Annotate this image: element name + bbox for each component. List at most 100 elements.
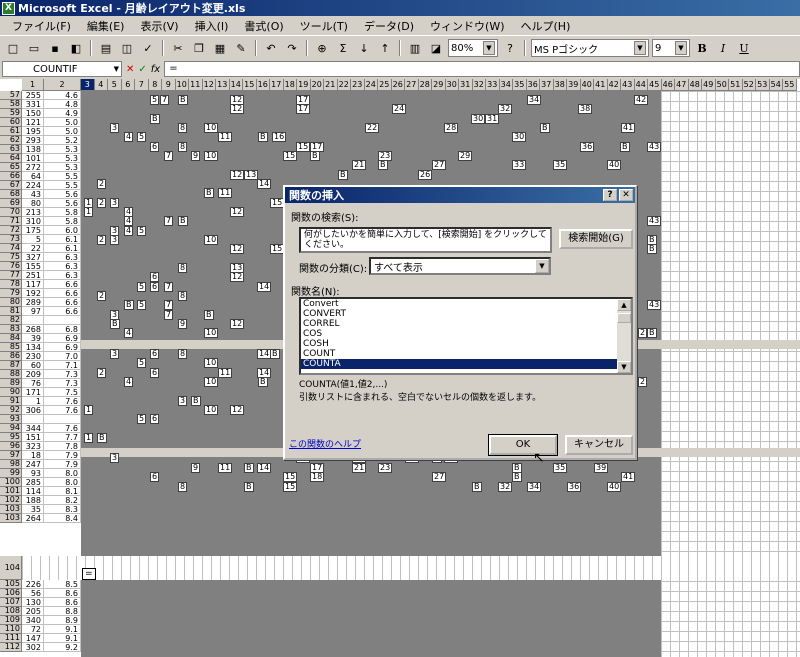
cell-value[interactable]: 272 xyxy=(22,163,44,172)
cell-label[interactable]: 23 xyxy=(378,463,393,473)
cell-value[interactable]: 138 xyxy=(22,145,44,154)
formula-input[interactable]: = xyxy=(164,61,800,77)
cell-value[interactable]: 8.6 xyxy=(44,589,81,598)
cell-value[interactable]: 56 xyxy=(22,589,44,598)
cell-label[interactable]: 3 xyxy=(110,235,120,245)
column-header[interactable]: 52 xyxy=(742,79,756,91)
cell-value[interactable]: 5.8 xyxy=(44,217,81,226)
cell-label[interactable]: 12 xyxy=(230,244,245,254)
active-cell[interactable]: = xyxy=(82,568,96,580)
cell-label[interactable]: 14 xyxy=(257,179,272,189)
cell-value[interactable]: 224 xyxy=(22,181,44,190)
cell-value[interactable]: 18 xyxy=(22,451,44,460)
cell-value[interactable]: 171 xyxy=(22,388,44,397)
cell-label[interactable]: B xyxy=(150,114,160,124)
cell-value[interactable]: 97 xyxy=(22,307,44,316)
cell-label[interactable]: 39 xyxy=(594,463,609,473)
menu-item-2[interactable]: 表示(V) xyxy=(132,18,186,34)
cell-label[interactable]: 5 xyxy=(137,226,147,236)
cancel-formula-icon[interactable]: ✕ xyxy=(126,64,134,75)
cell-label[interactable]: 35 xyxy=(553,160,568,170)
column-header[interactable]: 4 xyxy=(94,79,108,91)
cell-value[interactable]: 76 xyxy=(22,379,44,388)
chart-wizard-icon[interactable]: ▥ xyxy=(406,39,424,57)
save-icon[interactable]: ▪ xyxy=(46,39,64,57)
scroll-up-icon[interactable]: ▲ xyxy=(617,299,631,311)
cell-label[interactable]: 2 xyxy=(638,328,648,338)
column-header[interactable]: 35 xyxy=(513,79,527,91)
cell-value[interactable]: 251 xyxy=(22,271,44,280)
column-header[interactable]: 21 xyxy=(324,79,338,91)
row-header-104[interactable]: 104 xyxy=(0,556,22,580)
cell-label[interactable]: 5 xyxy=(137,132,147,142)
cell-label[interactable]: 12 xyxy=(230,272,245,282)
font-name-select[interactable]: MS Pゴシック ▼ xyxy=(531,39,649,57)
cell-value[interactable]: 5.6 xyxy=(44,199,81,208)
cancel-button[interactable]: キャンセル xyxy=(565,435,633,455)
cell-value[interactable]: 80 xyxy=(22,199,44,208)
menu-item-8[interactable]: ヘルプ(H) xyxy=(513,18,579,34)
cell-label[interactable]: 11 xyxy=(218,368,233,378)
cell-label[interactable]: B xyxy=(204,188,214,198)
cell-label[interactable]: 9 xyxy=(178,319,188,329)
column-header[interactable]: 33 xyxy=(486,79,500,91)
scrollbar[interactable]: ▲ ▼ xyxy=(617,299,631,373)
cell-value[interactable]: 7.8 xyxy=(44,442,81,451)
column-header[interactable]: 6 xyxy=(121,79,135,91)
column-header[interactable]: 31 xyxy=(459,79,473,91)
cell-label[interactable]: 26 xyxy=(418,170,433,180)
cell-label[interactable]: 8 xyxy=(178,291,188,301)
column-header[interactable]: 41 xyxy=(594,79,608,91)
cell-label[interactable]: B xyxy=(310,151,320,161)
cell-value[interactable]: 306 xyxy=(22,406,44,415)
function-list-item[interactable]: COUNTA xyxy=(301,359,631,369)
cell-value[interactable]: 39 xyxy=(22,334,44,343)
ok-button[interactable]: OK xyxy=(488,434,558,456)
column-header[interactable]: 19 xyxy=(297,79,311,91)
column-header[interactable]: 11 xyxy=(189,79,203,91)
cell-value[interactable]: 6.9 xyxy=(44,334,81,343)
cell-value[interactable]: 188 xyxy=(22,496,44,505)
cell-label[interactable]: 3 xyxy=(110,123,120,133)
sort-descending-icon[interactable]: ↑ xyxy=(376,39,394,57)
cell-label[interactable]: B xyxy=(647,244,657,254)
cell-label[interactable]: 36 xyxy=(567,482,582,492)
function-search-input[interactable]: 何がしたいかを簡単に入力して、[検索開始] をクリックしてください。 xyxy=(299,227,552,253)
cell-label[interactable]: 11 xyxy=(218,463,233,473)
cell-value[interactable]: 5.5 xyxy=(44,181,81,190)
column-header[interactable]: 7 xyxy=(135,79,149,91)
chevron-down-icon[interactable]: ▼ xyxy=(535,259,549,273)
cell-value[interactable]: 8.9 xyxy=(44,616,81,625)
cell-value[interactable]: 6.0 xyxy=(44,226,81,235)
cell-label[interactable]: 24 xyxy=(392,104,407,114)
function-help-link[interactable]: この関数のヘルプ xyxy=(289,437,361,450)
cell-label[interactable]: 6 xyxy=(150,349,160,359)
cell-label[interactable]: 15 xyxy=(283,151,298,161)
cell-label[interactable]: 34 xyxy=(527,482,542,492)
column-header[interactable]: 15 xyxy=(243,79,257,91)
cell-value[interactable]: 323 xyxy=(22,442,44,451)
cell-label[interactable]: 12 xyxy=(230,170,245,180)
cell-label[interactable]: 3 xyxy=(110,349,120,359)
cell-value[interactable]: 7.7 xyxy=(44,433,81,442)
cell-value[interactable]: 8.1 xyxy=(44,487,81,496)
cell-value[interactable]: 285 xyxy=(22,478,44,487)
cell-value[interactable]: 114 xyxy=(22,487,44,496)
cell-value[interactable]: 302 xyxy=(22,643,44,652)
column-header[interactable]: 26 xyxy=(391,79,405,91)
cell-value[interactable]: 6.1 xyxy=(44,235,81,244)
cell-value[interactable]: 268 xyxy=(22,325,44,334)
cell-value[interactable]: 7.9 xyxy=(44,451,81,460)
cell-value[interactable] xyxy=(44,316,81,325)
column-header[interactable]: 23 xyxy=(351,79,365,91)
autosum-icon[interactable]: Σ xyxy=(334,39,352,57)
cell-label[interactable]: 12 xyxy=(230,319,245,329)
cut-icon[interactable]: ✂ xyxy=(169,39,187,57)
cell-value[interactable]: 310 xyxy=(22,217,44,226)
function-list-item[interactable]: COSH xyxy=(301,339,631,349)
cell-label[interactable]: 7 xyxy=(164,216,174,226)
cell-value[interactable]: 8.5 xyxy=(44,580,81,589)
cell-value[interactable]: 7.3 xyxy=(44,379,81,388)
cell-value[interactable]: 22 xyxy=(22,244,44,253)
cell-value[interactable]: 117 xyxy=(22,280,44,289)
